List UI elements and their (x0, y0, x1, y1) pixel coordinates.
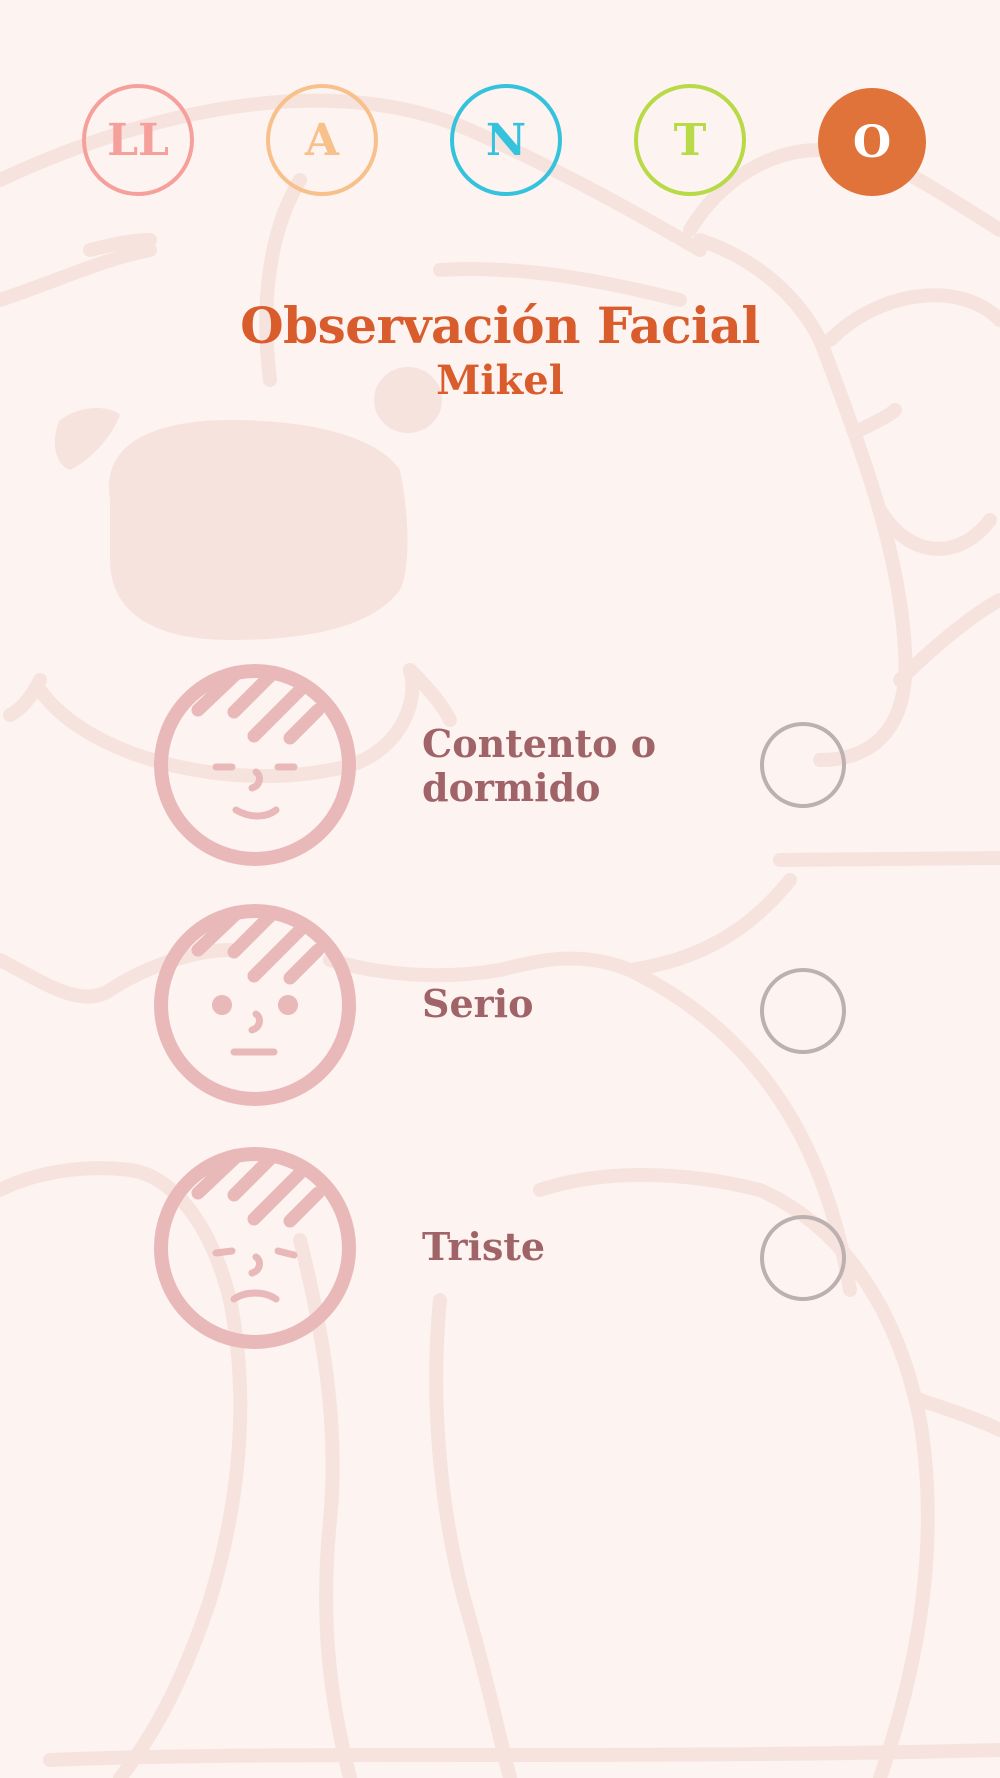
option-label-serious: Serio (422, 981, 534, 1026)
sad-face-icon (154, 1147, 356, 1349)
step-n[interactable]: N (450, 84, 562, 196)
option-content[interactable]: Contento o dormido (150, 660, 870, 870)
step-ll[interactable]: LL (82, 84, 194, 196)
content-face-icon (154, 664, 356, 866)
background-bear-illustration (0, 93, 1000, 1778)
option-label-content: Contento o dormido (422, 721, 657, 810)
page-title: Observación Facial (240, 296, 760, 355)
radio-content[interactable] (760, 722, 846, 808)
radio-sad[interactable] (760, 1215, 846, 1301)
step-t[interactable]: T (634, 84, 746, 196)
serious-face-icon (154, 904, 356, 1106)
option-serious[interactable]: Serio (150, 900, 870, 1110)
radio-serious[interactable] (760, 968, 846, 1054)
step-a[interactable]: A (266, 84, 378, 196)
step-indicator: LL A N T O (0, 84, 1000, 204)
patient-name: Mikel (436, 357, 564, 404)
step-o-active[interactable]: O (818, 88, 926, 196)
option-label-sad: Triste (422, 1224, 546, 1269)
option-sad[interactable]: Triste (150, 1143, 870, 1353)
